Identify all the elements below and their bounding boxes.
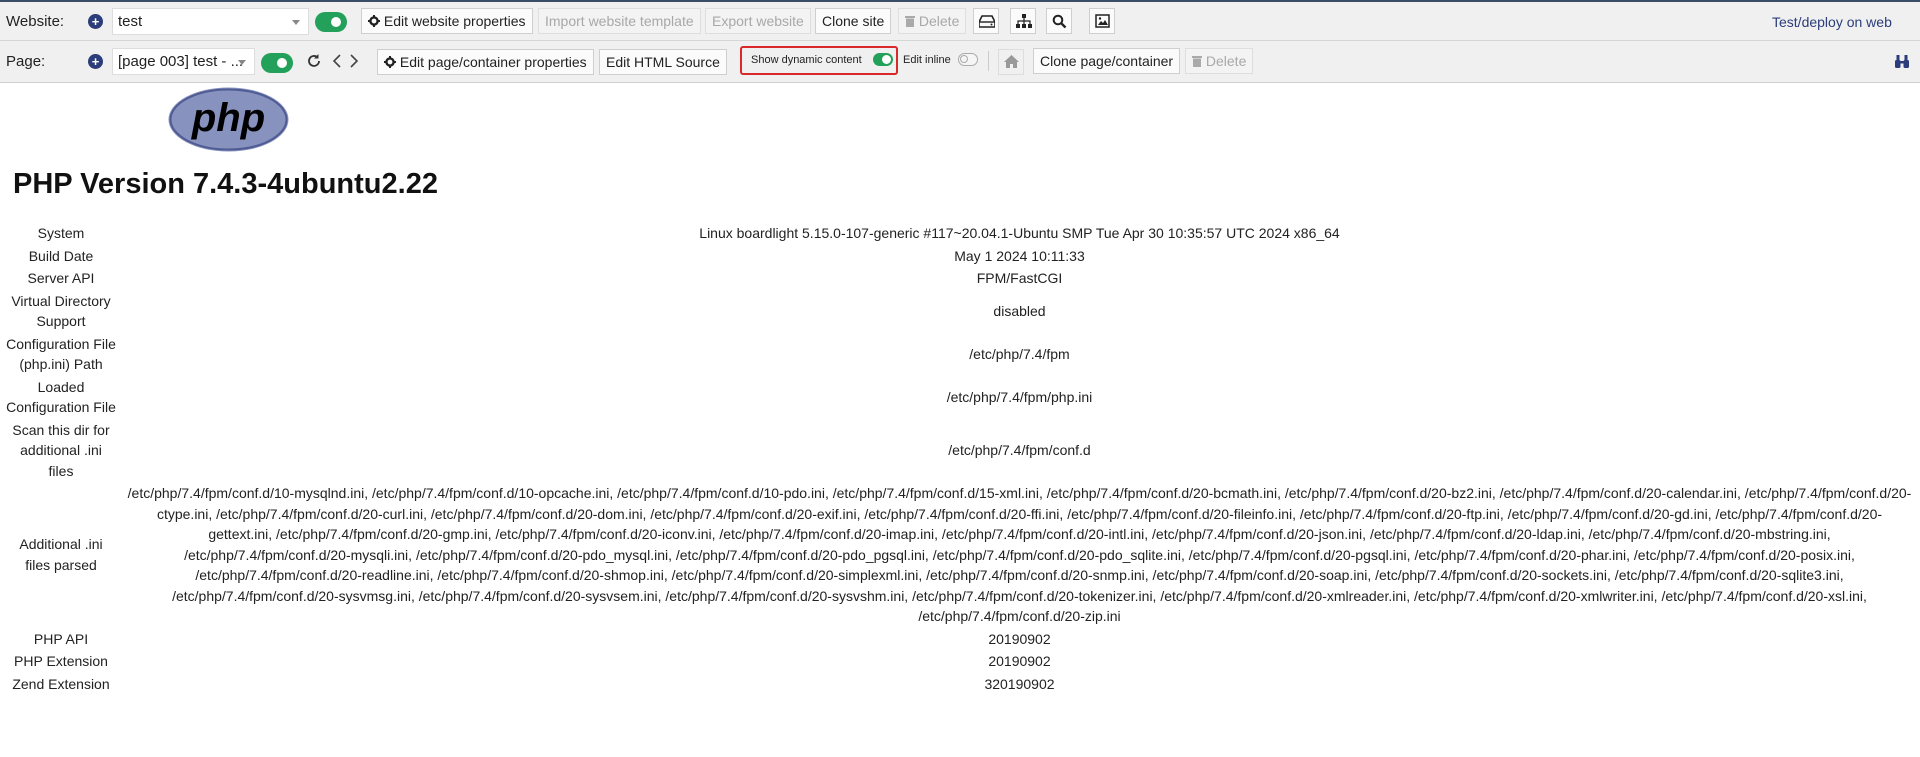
phpinfo-table: System Linux boardlight 5.15.0-107-generi… — [3, 222, 1916, 695]
show-dynamic-content-toggle[interactable] — [873, 53, 893, 66]
table-row: PHP Extension 20190902 — [3, 650, 1916, 673]
table-row: Build Date May 1 2024 10:11:33 — [3, 245, 1916, 268]
php-logo: php — [168, 87, 289, 152]
toggle-knob — [275, 56, 289, 70]
row-key: Configuration File (php.ini) Path — [6, 335, 116, 373]
toggle-knob — [329, 15, 343, 29]
row-value: Linux boardlight 5.15.0-107-generic #117… — [699, 225, 1340, 241]
page-toolbar: Page: + [page 003] test - ... Edit page/… — [0, 41, 1920, 83]
hard-drive-icon — [979, 15, 995, 28]
add-website-icon[interactable]: + — [88, 14, 103, 29]
gear-icon — [384, 56, 396, 68]
delete-page-label: Delete — [1205, 53, 1247, 69]
row-key: Build Date — [28, 247, 94, 264]
set-homepage-button[interactable] — [998, 49, 1024, 75]
row-key: Zend Extension — [12, 675, 110, 692]
row-key: System — [37, 225, 85, 241]
table-row: Virtual Directory Support disabled — [3, 290, 1916, 333]
clone-page-label: Clone page/container — [1040, 53, 1174, 69]
toggle-knob — [882, 55, 891, 64]
table-row: System Linux boardlight 5.15.0-107-generi… — [3, 222, 1916, 245]
table-row: Loaded Configuration File/etc/php/7.4/fp… — [3, 376, 1916, 419]
gear-icon — [368, 15, 380, 27]
image-icon — [1095, 14, 1110, 28]
trash-icon — [905, 16, 915, 27]
row-value: May 1 2024 10:11:33 — [954, 247, 1085, 264]
row-value: 320190902 — [984, 675, 1055, 692]
website-select-value: test — [118, 13, 143, 30]
row-key: Additional .ini files parsed — [19, 536, 103, 573]
edit-inline-label: Edit inline — [903, 54, 951, 66]
row-value: 20190902 — [988, 630, 1051, 647]
table-row: Zend Extension 320190902 — [3, 673, 1916, 696]
row-value: /etc/php/7.4/fpm/php.ini — [946, 388, 1093, 405]
page-select-value: [page 003] test - ... — [118, 53, 244, 70]
row-key: PHP API — [33, 630, 89, 647]
sitemap-button[interactable] — [1010, 8, 1036, 34]
row-value: 20190902 — [988, 653, 1051, 669]
home-icon — [1004, 55, 1019, 68]
row-key: PHP Extension — [14, 653, 108, 669]
chevron-down-icon — [238, 60, 246, 65]
php-logo-text: php — [191, 96, 265, 140]
clone-page-container-button[interactable]: Clone page/container — [1033, 48, 1181, 74]
test-deploy-link[interactable]: Test/deploy on web — [1772, 14, 1892, 30]
binoculars-icon[interactable] — [1895, 55, 1909, 71]
edit-page-properties-button[interactable]: Edit page/container properties — [377, 49, 594, 75]
import-template-label: Import website template — [545, 13, 694, 29]
hard-drive-button[interactable] — [973, 8, 999, 34]
toggle-knob — [960, 55, 968, 63]
row-key: Loaded Configuration File — [6, 378, 116, 416]
phpinfo-table-body: System Linux boardlight 5.15.0-107-generi… — [3, 222, 1916, 695]
row-value: disabled — [993, 302, 1046, 319]
show-dynamic-content-label: Show dynamic content — [751, 54, 862, 66]
delete-website-label: Delete — [918, 13, 960, 29]
chevron-down-icon — [292, 20, 300, 25]
clone-site-button[interactable]: Clone site — [815, 8, 892, 34]
table-row: Configuration File (php.ini) Path/etc/ph… — [3, 333, 1916, 376]
toolbar-divider — [988, 51, 989, 71]
table-row: PHP API 20190902 — [3, 628, 1916, 651]
row-value: FPM/FastCGI — [976, 270, 1063, 286]
row-key: Virtual Directory Support — [11, 292, 111, 330]
import-website-template-button[interactable]: Import website template — [538, 8, 701, 34]
website-label: Website: — [6, 12, 65, 30]
edit-html-source-button[interactable]: Edit HTML Source — [599, 49, 727, 75]
row-key: Scan this dir for additional .ini files — [12, 421, 110, 479]
table-row: Additional .ini files parsed/etc/php/7.4… — [3, 482, 1916, 628]
page-label: Page: — [6, 53, 46, 70]
website-status-toggle[interactable] — [315, 12, 347, 32]
row-value: /etc/php/7.4/fpm/conf.d/10-mysqlnd.ini, … — [127, 485, 1912, 624]
table-row: Scan this dir for additional .ini files /… — [3, 419, 1916, 483]
edit-page-properties-label: Edit page/container properties — [399, 54, 587, 70]
page-status-toggle[interactable] — [261, 53, 293, 73]
add-page-icon[interactable]: + — [88, 54, 103, 69]
row-value: /etc/php/7.4/fpm/conf.d — [948, 442, 1091, 458]
delete-website-button[interactable]: Delete — [898, 8, 967, 34]
php-version-title: PHP Version 7.4.3-4ubuntu2.22 — [13, 168, 438, 200]
edit-website-properties-label: Edit website properties — [383, 13, 526, 29]
next-page-icon[interactable] — [350, 54, 359, 71]
sitemap-icon — [1016, 14, 1032, 28]
media-button[interactable] — [1089, 8, 1115, 34]
clone-site-label: Clone site — [822, 13, 885, 29]
row-value: /etc/php/7.4/fpm — [969, 345, 1070, 362]
edit-html-source-label: Edit HTML Source — [606, 54, 720, 70]
edit-inline-toggle[interactable] — [958, 53, 978, 66]
refresh-icon[interactable] — [307, 54, 321, 71]
delete-page-button[interactable]: Delete — [1185, 48, 1254, 74]
trash-icon — [1192, 56, 1202, 67]
row-key: Server API — [27, 270, 95, 286]
export-website-label: Export website — [712, 13, 804, 29]
website-toolbar: Website: + test Edit website properties … — [0, 2, 1920, 41]
page-select[interactable]: [page 003] test - ... — [112, 48, 255, 75]
website-select[interactable]: test — [112, 8, 309, 35]
table-row: Server API FPM/FastCGI — [3, 267, 1916, 290]
search-button[interactable] — [1046, 8, 1072, 34]
edit-website-properties-button[interactable]: Edit website properties — [361, 8, 533, 34]
previous-page-icon[interactable] — [332, 54, 341, 71]
export-website-button[interactable]: Export website — [705, 8, 811, 34]
search-icon — [1052, 14, 1067, 29]
